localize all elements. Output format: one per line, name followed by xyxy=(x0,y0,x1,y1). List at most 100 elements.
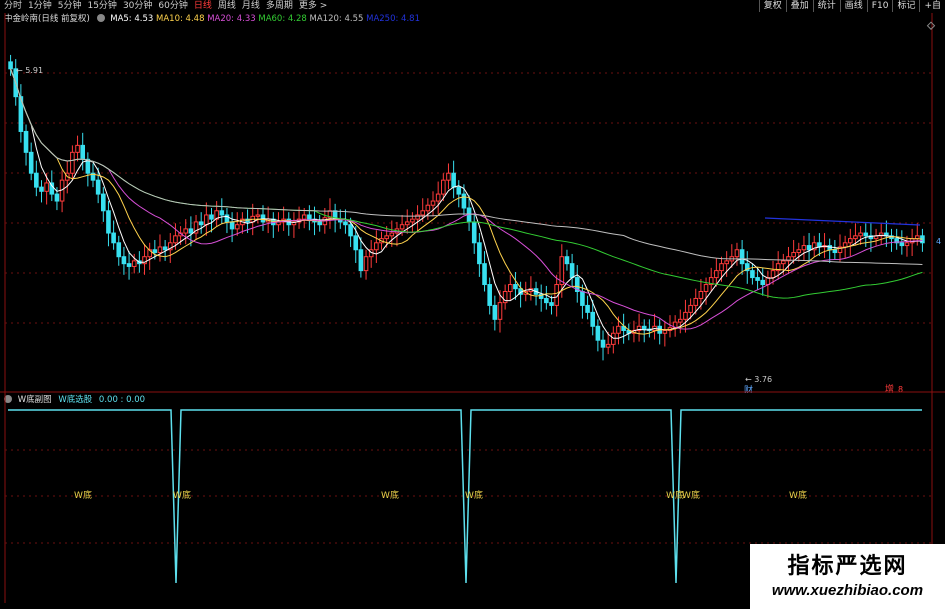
candle xyxy=(487,277,492,315)
candle xyxy=(157,234,163,262)
main-candlestick-chart[interactable]: ← 5.91← 3.76财增 84 xyxy=(0,13,945,393)
candle xyxy=(760,267,766,296)
candle xyxy=(142,244,147,275)
candle xyxy=(430,191,436,217)
period-tab[interactable]: 5分钟 xyxy=(58,0,82,12)
candle xyxy=(755,267,760,290)
candle xyxy=(817,233,822,257)
candle xyxy=(374,230,379,263)
candle xyxy=(569,253,575,287)
candle xyxy=(90,163,96,188)
candle xyxy=(662,320,668,347)
candle xyxy=(415,205,420,233)
candle xyxy=(626,323,632,341)
candle xyxy=(307,205,312,231)
candle xyxy=(111,220,116,250)
period-tab[interactable]: 周线 xyxy=(218,0,236,12)
watermark-url: www.xuezhibiao.com xyxy=(771,582,924,599)
candle xyxy=(358,237,364,278)
candle xyxy=(18,84,24,143)
candle xyxy=(492,295,498,331)
candle xyxy=(796,242,802,262)
period-tabs: 分时 1分钟 5分钟 15分钟 30分钟 60分钟 日线 周线 月线 多周期 更多 > xyxy=(4,0,327,12)
tool-button[interactable]: 统计 xyxy=(812,0,840,12)
candle xyxy=(85,152,91,187)
candle xyxy=(394,221,400,247)
w-bottom-label: W底 xyxy=(381,489,399,501)
candle xyxy=(327,198,333,229)
w-bottom-label: W底 xyxy=(74,489,92,501)
period-tab[interactable]: 30分钟 xyxy=(123,0,152,12)
candle xyxy=(621,313,626,344)
candle xyxy=(34,160,39,197)
candle xyxy=(353,226,359,263)
tool-button[interactable]: F10 xyxy=(866,0,893,12)
tool-button[interactable]: 画线 xyxy=(839,0,867,12)
candle xyxy=(899,230,905,255)
candle xyxy=(255,208,261,224)
candle xyxy=(580,284,585,319)
candle xyxy=(477,233,482,277)
w-bottom-label: W底 xyxy=(465,489,483,501)
candle xyxy=(451,160,456,199)
candle xyxy=(847,228,853,257)
top-toolbar: 分时 1分钟 5分钟 15分钟 30分钟 60分钟 日线 周线 月线 多周期 更多 > 复权 叠加 统计… xyxy=(0,0,945,12)
candle xyxy=(204,202,209,236)
watermark: 指标严选网 www.xuezhibiao.com xyxy=(750,544,945,609)
low-price-label: ← 3.76 xyxy=(745,375,772,384)
w-bottom-label: W底 xyxy=(682,489,700,501)
candle xyxy=(894,228,899,250)
period-tab[interactable]: 60分钟 xyxy=(158,0,187,12)
candle xyxy=(101,187,106,222)
candle xyxy=(435,181,441,215)
period-tab[interactable]: 月线 xyxy=(242,0,260,12)
candle xyxy=(858,226,863,245)
period-tab[interactable]: 1分钟 xyxy=(28,0,52,12)
candle xyxy=(647,319,652,338)
candle xyxy=(106,201,111,247)
right-price-mark: 4 xyxy=(936,237,941,246)
candle xyxy=(502,284,508,310)
diamond-icon xyxy=(926,21,936,30)
candle xyxy=(585,295,590,320)
candle xyxy=(126,251,132,280)
candle xyxy=(209,208,214,233)
candle xyxy=(564,249,570,271)
period-tab[interactable]: 分时 xyxy=(4,0,22,12)
candle xyxy=(317,214,322,232)
candle xyxy=(471,214,477,254)
candle xyxy=(214,201,219,227)
candle xyxy=(914,223,920,246)
candle xyxy=(611,326,616,354)
period-tab[interactable]: 15分钟 xyxy=(87,0,116,12)
candle xyxy=(39,180,44,203)
tool-button[interactable]: 叠加 xyxy=(785,0,813,12)
candle xyxy=(59,170,65,213)
tool-button[interactable]: +自 xyxy=(919,0,945,12)
candle xyxy=(70,145,75,181)
candle xyxy=(229,212,235,243)
candle xyxy=(822,233,827,259)
period-tab[interactable]: 多周期 xyxy=(266,0,293,12)
candle xyxy=(219,198,225,225)
period-tab[interactable]: 更多 > xyxy=(299,0,327,12)
candle xyxy=(301,208,307,229)
candle xyxy=(889,228,894,252)
tool-button[interactable]: 标记 xyxy=(892,0,919,12)
candle xyxy=(811,235,817,257)
candle xyxy=(750,263,755,285)
candle xyxy=(672,315,678,337)
period-tab[interactable]: 日线 xyxy=(194,0,212,12)
w-bottom-label: W底 xyxy=(789,489,807,501)
candle xyxy=(538,284,544,312)
tool-button[interactable]: 复权 xyxy=(758,0,786,12)
candle xyxy=(806,233,812,263)
candle xyxy=(683,299,688,333)
w-bottom-label: W底 xyxy=(173,489,191,501)
ma250-line xyxy=(764,217,921,226)
candle xyxy=(677,309,683,334)
ma120-line xyxy=(10,68,923,266)
candle xyxy=(528,276,534,301)
candle xyxy=(291,212,297,238)
ma20-line xyxy=(10,68,923,330)
